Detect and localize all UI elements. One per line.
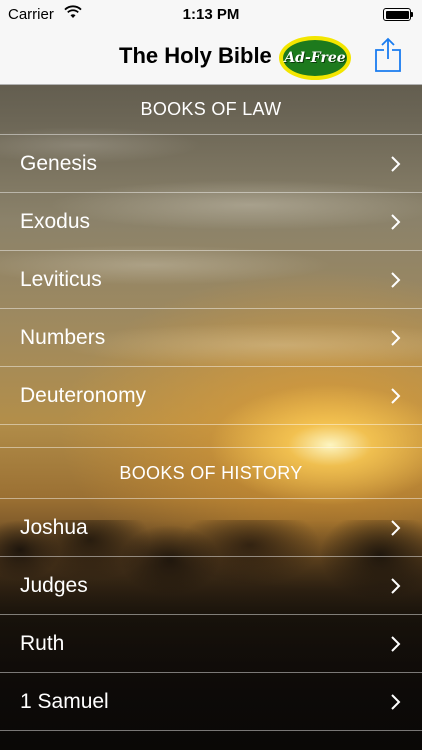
list-item-1-samuel[interactable]: 1 Samuel [0, 673, 422, 731]
share-icon[interactable] [374, 37, 402, 73]
chevron-right-icon [391, 272, 401, 288]
battery-tip [411, 12, 413, 17]
chevron-right-icon [391, 636, 401, 652]
list-item-judges[interactable]: Judges [0, 557, 422, 615]
chevron-right-icon [391, 520, 401, 536]
section-header-history: BOOKS OF HISTORY [0, 447, 422, 499]
list-item-label: Leviticus [20, 267, 102, 291]
list-item-label: Deuteronomy [20, 383, 147, 407]
list-item-label: Genesis [20, 151, 98, 175]
list-item-label: Joshua [20, 515, 88, 539]
list-item-label: Exodus [20, 209, 91, 233]
section-header-label: BOOKS OF LAW [140, 99, 282, 119]
chevron-right-icon [391, 330, 401, 346]
book-list[interactable]: BOOKS OF LAW Genesis Exodus Leviticus Nu… [0, 85, 422, 750]
chevron-right-icon [391, 578, 401, 594]
list-item-joshua[interactable]: Joshua [0, 499, 422, 557]
list-item-ruth[interactable]: Ruth [0, 615, 422, 673]
battery-icon [383, 8, 411, 21]
list-item-exodus[interactable]: Exodus [0, 193, 422, 251]
ad-free-badge[interactable]: Ad-Free [279, 36, 351, 80]
chevron-right-icon [391, 156, 401, 172]
section-header-law: BOOKS OF LAW [0, 85, 422, 135]
list-item-label: Judges [20, 573, 88, 597]
clock: 1:13 PM [182, 6, 240, 23]
list-item-deuteronomy[interactable]: Deuteronomy [0, 367, 422, 425]
list-item-label: Numbers [20, 325, 106, 349]
section-header-label: BOOKS OF HISTORY [119, 462, 303, 483]
chevron-right-icon [391, 214, 401, 230]
ad-free-label: Ad-Free [284, 50, 346, 66]
status-bar: Carrier 1:13 PM [0, 0, 422, 30]
chevron-right-icon [391, 694, 401, 710]
list-item-numbers[interactable]: Numbers [0, 309, 422, 367]
page-title: The Holy Bible [119, 43, 272, 68]
chevron-right-icon [391, 388, 401, 404]
list-item-label: 1 Samuel [20, 689, 109, 713]
list-item-genesis[interactable]: Genesis [0, 135, 422, 193]
list-item-leviticus[interactable]: Leviticus [0, 251, 422, 309]
list-item-label: Ruth [20, 631, 65, 655]
navigation-bar: The Holy Bible Ad-Free [0, 30, 422, 85]
